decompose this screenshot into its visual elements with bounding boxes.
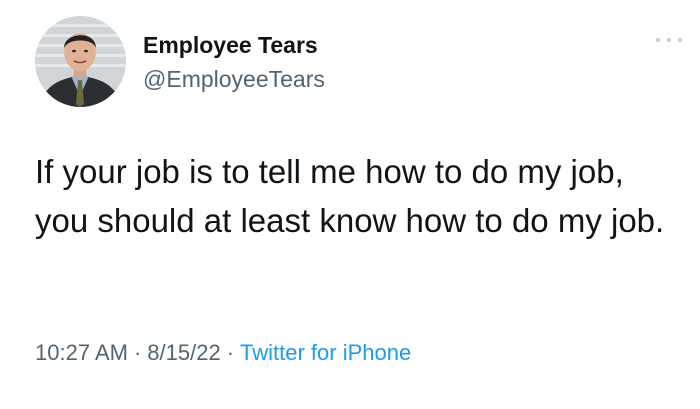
more-dot [667,38,671,42]
more-dot [678,38,682,42]
author-handle[interactable]: @EmployeeTears [143,66,325,93]
tweet-card: Employee Tears @EmployeeTears If your jo… [0,0,700,409]
more-dot [656,38,660,42]
tweet-time[interactable]: 10:27 AM [35,340,128,365]
meta-separator: · [133,340,142,365]
meta-separator: · [226,340,235,365]
more-horizontal-icon[interactable] [656,32,682,48]
avatar[interactable] [35,16,126,107]
avatar-image [35,16,126,107]
tweet-text: If your job is to tell me how to do my j… [35,153,665,239]
tweet-date[interactable]: 8/15/22 [147,340,220,365]
author-display-name[interactable]: Employee Tears [143,32,318,59]
tweet-source-link[interactable]: Twitter for iPhone [240,340,411,365]
tweet-meta: 10:27 AM · 8/15/22 · Twitter for iPhone [35,340,411,366]
